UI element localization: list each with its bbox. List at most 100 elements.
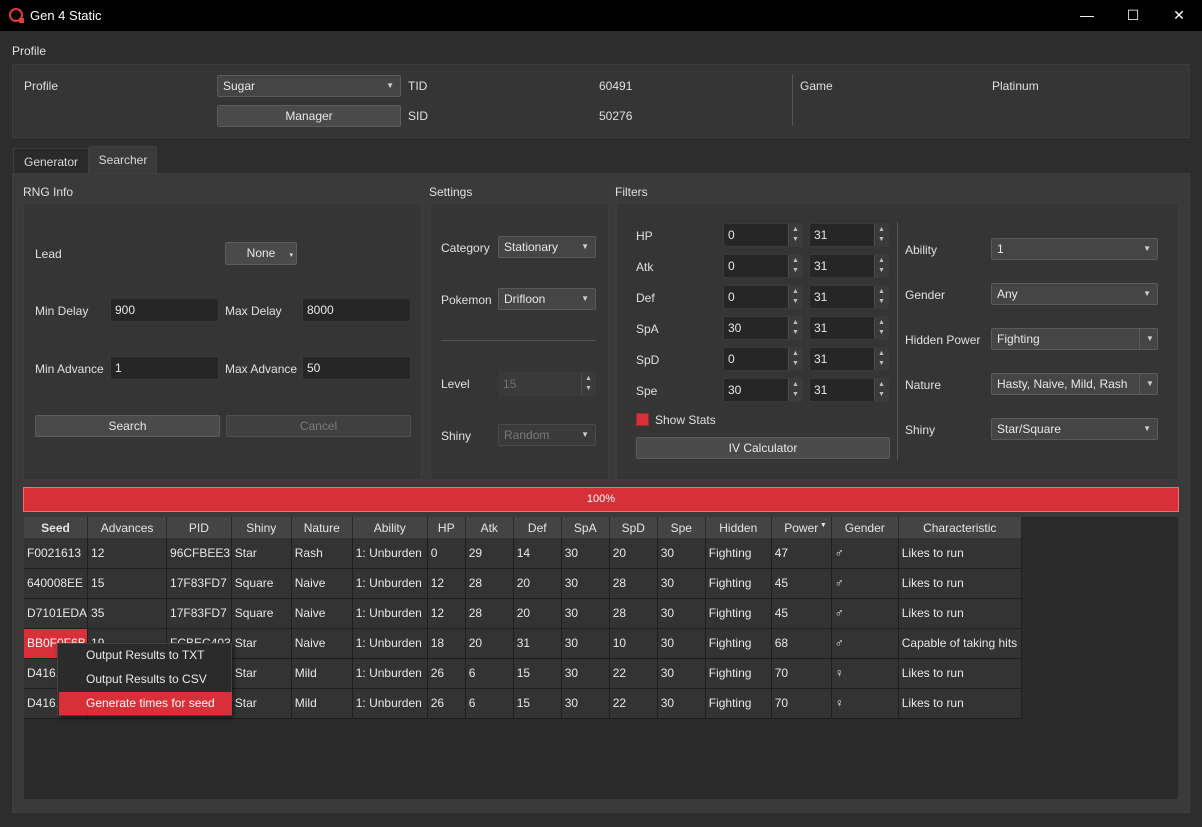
- column-header-nature[interactable]: Nature: [291, 517, 353, 538]
- tab-generator[interactable]: Generator: [13, 148, 89, 174]
- column-header-advances[interactable]: Advances: [87, 517, 168, 538]
- cell-gender[interactable]: ♂: [831, 628, 899, 659]
- cell-pid[interactable]: 17F83FD7: [166, 598, 232, 629]
- profile-combo[interactable]: Sugar ▼: [217, 75, 401, 97]
- min-delay-input[interactable]: 900: [110, 298, 219, 322]
- max-delay-input[interactable]: 8000: [302, 298, 411, 322]
- pokemon-combo[interactable]: Drifloon ▼: [498, 288, 596, 310]
- minimize-button[interactable]: —: [1064, 0, 1110, 31]
- cell-def[interactable]: 31: [513, 628, 562, 659]
- cell-def[interactable]: 14: [513, 538, 562, 569]
- cancel-button[interactable]: Cancel: [226, 415, 411, 437]
- column-header-hidden[interactable]: Hidden: [705, 517, 772, 538]
- iv-spe-max[interactable]: 31 ▲ ▼: [809, 378, 889, 402]
- cell-characteristic[interactable]: Likes to run: [898, 538, 1022, 569]
- column-header-shiny[interactable]: Shiny: [231, 517, 292, 538]
- cell-hp[interactable]: 18: [427, 628, 466, 659]
- menu-item-output-txt[interactable]: Output Results to TXT: [59, 644, 232, 667]
- cell-ability[interactable]: 1: Unburden: [352, 688, 428, 719]
- max-advance-input[interactable]: 50: [302, 356, 411, 380]
- cell-hidden[interactable]: Fighting: [705, 628, 772, 659]
- cell-spe[interactable]: 30: [657, 598, 706, 629]
- cell-spd[interactable]: 22: [609, 688, 658, 719]
- cell-spa[interactable]: 30: [561, 598, 610, 629]
- iv-hp-min[interactable]: 0 ▲ ▼: [723, 223, 803, 247]
- cell-shiny[interactable]: Star: [231, 658, 292, 689]
- column-header-spe[interactable]: Spe: [657, 517, 706, 538]
- manager-button[interactable]: Manager: [217, 105, 401, 127]
- table-row[interactable]: 640008EE 15 17F83FD7 Square Naive 1: Unburden…: [24, 568, 1022, 599]
- cell-shiny[interactable]: Star: [231, 688, 292, 719]
- hidden-power-combo[interactable]: Fighting ▼: [991, 328, 1158, 350]
- cell-spd[interactable]: 22: [609, 658, 658, 689]
- column-header-gender[interactable]: Gender: [831, 517, 899, 538]
- cell-ability[interactable]: 1: Unburden: [352, 598, 428, 629]
- cell-characteristic[interactable]: Likes to run: [898, 598, 1022, 629]
- column-header-spa[interactable]: SpA: [561, 517, 610, 538]
- cell-hidden[interactable]: Fighting: [705, 658, 772, 689]
- column-header-seed[interactable]: Seed: [24, 517, 89, 538]
- column-header-pid[interactable]: PID: [166, 517, 232, 538]
- iv-spa-max[interactable]: 31 ▲ ▼: [809, 316, 889, 340]
- column-header-spd[interactable]: SpD: [609, 517, 658, 538]
- cell-seed[interactable]: F0021613: [24, 538, 89, 569]
- cell-hidden[interactable]: Fighting: [705, 568, 772, 599]
- cell-shiny[interactable]: Square: [231, 568, 292, 599]
- cell-spa[interactable]: 30: [561, 538, 610, 569]
- shiny-setting-combo[interactable]: Random ▼: [498, 424, 596, 446]
- cell-nature[interactable]: Naive: [291, 628, 353, 659]
- cell-power[interactable]: 45: [771, 568, 832, 599]
- cell-advances[interactable]: 12: [87, 538, 168, 569]
- iv-spa-min[interactable]: 30 ▲ ▼: [723, 316, 803, 340]
- cell-spd[interactable]: 28: [609, 598, 658, 629]
- cell-hp[interactable]: 26: [427, 688, 466, 719]
- menu-item-output-csv[interactable]: Output Results to CSV: [59, 668, 232, 691]
- cell-shiny[interactable]: Star: [231, 628, 292, 659]
- cell-spd[interactable]: 20: [609, 538, 658, 569]
- cell-spa[interactable]: 30: [561, 568, 610, 599]
- cell-nature[interactable]: Rash: [291, 538, 353, 569]
- cell-hidden[interactable]: Fighting: [705, 538, 772, 569]
- column-header-hp[interactable]: HP: [427, 517, 466, 538]
- table-row[interactable]: D7101EDA 35 17F83FD7 Square Naive 1: Unburden…: [24, 598, 1022, 629]
- cell-hp[interactable]: 12: [427, 568, 466, 599]
- cell-power[interactable]: 70: [771, 658, 832, 689]
- cell-seed[interactable]: D7101EDA: [24, 598, 89, 629]
- cell-nature[interactable]: Mild: [291, 688, 353, 719]
- iv-atk-min[interactable]: 0 ▲ ▼: [723, 254, 803, 278]
- column-header-def[interactable]: Def: [513, 517, 562, 538]
- cell-atk[interactable]: 20: [465, 628, 514, 659]
- level-spinbox[interactable]: 15 ▲ ▼: [498, 372, 596, 396]
- cell-hidden[interactable]: Fighting: [705, 688, 772, 719]
- cell-spe[interactable]: 30: [657, 658, 706, 689]
- cell-atk[interactable]: 28: [465, 568, 514, 599]
- cell-ability[interactable]: 1: Unburden: [352, 538, 428, 569]
- cell-atk[interactable]: 28: [465, 598, 514, 629]
- nature-combo[interactable]: Hasty, Naive, Mild, Rash ▼: [991, 373, 1158, 395]
- cell-atk[interactable]: 6: [465, 688, 514, 719]
- lead-select[interactable]: None ▾: [225, 242, 297, 265]
- cell-atk[interactable]: 6: [465, 658, 514, 689]
- cell-seed[interactable]: 640008EE: [24, 568, 89, 599]
- iv-spd-min[interactable]: 0 ▲ ▼: [723, 347, 803, 371]
- cell-power[interactable]: 47: [771, 538, 832, 569]
- cell-def[interactable]: 20: [513, 598, 562, 629]
- cell-characteristic[interactable]: Likes to run: [898, 688, 1022, 719]
- iv-def-max[interactable]: 31 ▲ ▼: [809, 285, 889, 309]
- cell-power[interactable]: 45: [771, 598, 832, 629]
- iv-hp-max[interactable]: 31 ▲ ▼: [809, 223, 889, 247]
- cell-gender[interactable]: ♂: [831, 538, 899, 569]
- column-header-atk[interactable]: Atk: [465, 517, 514, 538]
- cell-ability[interactable]: 1: Unburden: [352, 628, 428, 659]
- iv-atk-max[interactable]: 31 ▲ ▼: [809, 254, 889, 278]
- iv-spd-max[interactable]: 31 ▲ ▼: [809, 347, 889, 371]
- cell-advances[interactable]: 15: [87, 568, 168, 599]
- cell-power[interactable]: 68: [771, 628, 832, 659]
- ability-combo[interactable]: 1 ▼: [991, 238, 1158, 260]
- cell-hp[interactable]: 0: [427, 538, 466, 569]
- search-button[interactable]: Search: [35, 415, 220, 437]
- cell-hidden[interactable]: Fighting: [705, 598, 772, 629]
- cell-def[interactable]: 15: [513, 688, 562, 719]
- cell-gender[interactable]: ♀: [831, 688, 899, 719]
- cell-spd[interactable]: 28: [609, 568, 658, 599]
